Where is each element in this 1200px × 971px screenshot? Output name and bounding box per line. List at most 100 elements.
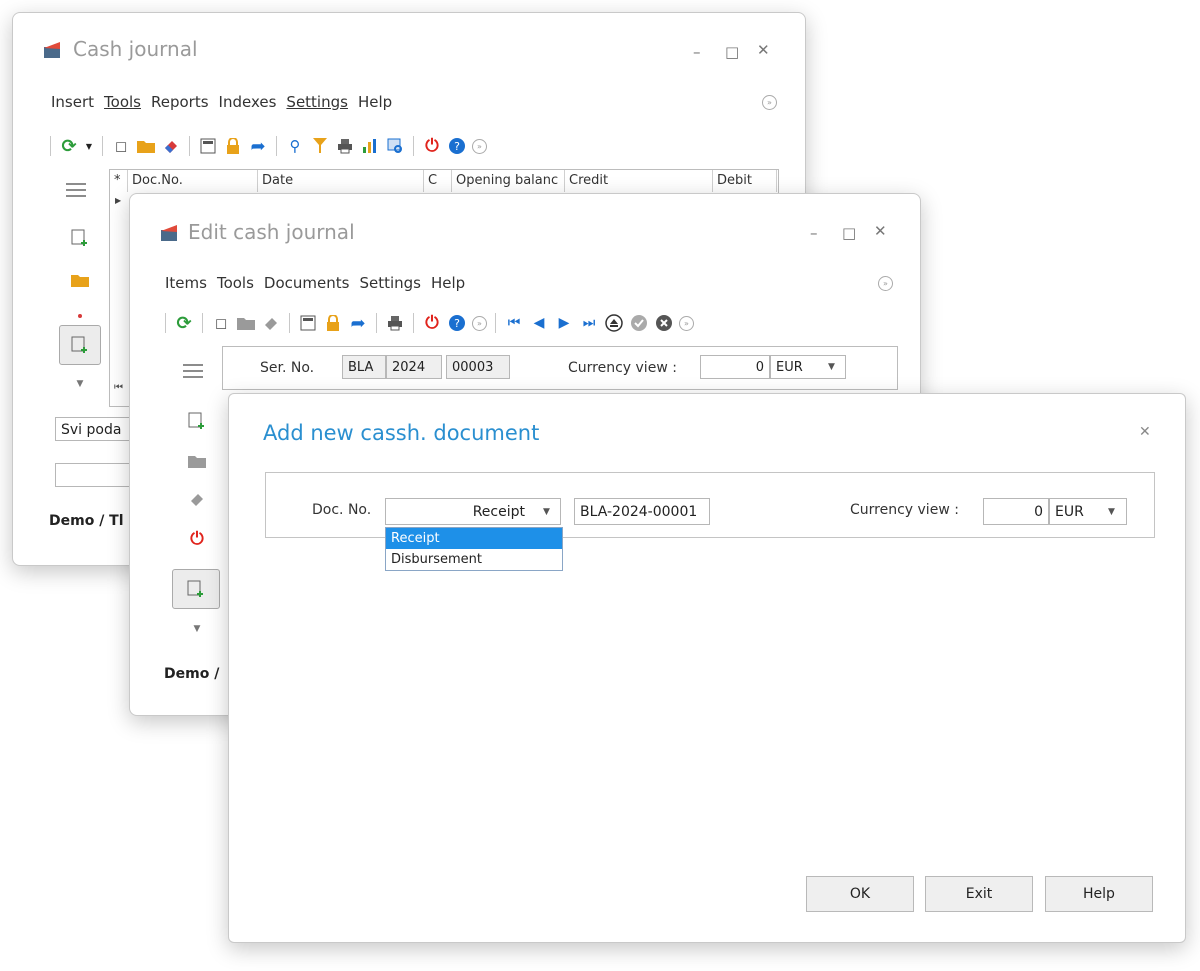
ser-number-field[interactable]: 00003 — [446, 355, 510, 379]
chevron-down-icon[interactable]: ▼ — [186, 618, 208, 640]
chevron-down-icon[interactable]: ▼ — [828, 362, 835, 372]
dropdown-option-receipt[interactable]: Receipt — [386, 528, 562, 549]
new-document-icon[interactable]: ◻ — [211, 313, 231, 333]
maximize-icon[interactable]: □ — [842, 224, 856, 242]
menu-help[interactable]: Help — [431, 274, 465, 292]
column-header[interactable]: Credit — [565, 170, 713, 192]
power-icon[interactable]: ⏻ — [186, 528, 208, 550]
menu-insert[interactable]: Insert — [51, 93, 94, 111]
menu-reports[interactable]: Reports — [151, 93, 209, 111]
search-icon[interactable]: ⚲ — [285, 136, 305, 156]
minimize-icon[interactable]: – — [693, 43, 701, 61]
new-document-icon[interactable]: ◻ — [111, 136, 131, 156]
first-record-icon[interactable]: ⏮ — [504, 313, 524, 333]
menu-help[interactable]: Help — [358, 93, 392, 111]
menu-tools[interactable]: Tools — [104, 93, 141, 111]
column-header[interactable]: Doc.No. — [128, 170, 258, 192]
more-icon[interactable]: » — [472, 138, 487, 154]
forward-arrow-icon[interactable]: ➦ — [248, 136, 268, 157]
folder-icon[interactable] — [236, 313, 256, 333]
more-icon[interactable]: » — [679, 315, 694, 331]
app-icon — [161, 225, 177, 241]
next-record-icon[interactable]: ▶ — [554, 313, 574, 333]
column-header[interactable]: Opening balanc — [452, 170, 565, 192]
more-icon[interactable]: » — [472, 315, 487, 331]
print-icon[interactable] — [385, 313, 405, 333]
currency-value-field[interactable]: 0 — [700, 355, 770, 379]
menu-settings[interactable]: Settings — [359, 274, 421, 292]
close-icon[interactable]: ✕ — [1139, 424, 1151, 440]
last-record-icon[interactable]: ⏭ — [579, 313, 599, 333]
power-icon[interactable]: ⏻ — [422, 313, 442, 333]
doc-type-select[interactable]: Receipt — [385, 498, 561, 525]
window-title: Cash journal — [73, 37, 198, 61]
menu-documents[interactable]: Documents — [264, 274, 350, 292]
menu-settings[interactable]: Settings — [286, 93, 348, 111]
minimize-icon[interactable]: – — [810, 224, 818, 242]
column-header[interactable]: Date — [258, 170, 424, 192]
help-button[interactable]: Help — [1045, 876, 1153, 912]
help-icon[interactable]: ? — [447, 136, 467, 156]
eraser-icon[interactable] — [161, 136, 181, 156]
ser-year-field[interactable]: 2024 — [386, 355, 442, 379]
hamburger-menu-icon[interactable] — [182, 360, 204, 382]
collapse-ribbon-icon[interactable]: » — [762, 95, 777, 110]
dropdown-option-disbursement[interactable]: Disbursement — [386, 549, 562, 570]
calculator-icon[interactable] — [298, 313, 318, 333]
currency-view-label: Currency view : — [568, 360, 677, 376]
toolbar: ⟳ ◻ ➦ ⏻ ? » ⏮ ◀ ▶ ⏭ » — [162, 311, 694, 335]
forward-arrow-icon[interactable]: ➦ — [348, 313, 368, 334]
power-icon[interactable]: ⏻ — [422, 136, 442, 156]
ser-no-label: Ser. No. — [260, 360, 315, 376]
close-icon[interactable]: ✕ — [874, 222, 887, 240]
first-record-icon[interactable]: ⏮ — [114, 382, 123, 393]
doc-number-field[interactable]: BLA-2024-00001 — [574, 498, 710, 525]
report-preview-icon[interactable] — [385, 136, 405, 156]
maximize-icon[interactable]: □ — [725, 43, 739, 61]
menu-items[interactable]: Items — [165, 274, 207, 292]
collapse-ribbon-icon[interactable]: » — [878, 276, 893, 291]
new-document-icon[interactable] — [69, 227, 91, 249]
chevron-down-icon[interactable]: ▼ — [1108, 507, 1115, 517]
exit-button[interactable]: Exit — [925, 876, 1033, 912]
currency-select[interactable]: EUR — [1049, 498, 1127, 525]
confirm-icon[interactable] — [629, 313, 649, 333]
folder-icon[interactable] — [136, 136, 156, 156]
ser-prefix-field[interactable]: BLA — [342, 355, 386, 379]
new-document-button[interactable] — [172, 569, 220, 609]
help-icon[interactable]: ? — [447, 313, 467, 333]
refresh-icon[interactable]: ⟳ — [174, 313, 194, 334]
folder-icon[interactable] — [186, 450, 208, 472]
new-document-icon[interactable] — [186, 410, 208, 432]
doc-no-label: Doc. No. — [312, 502, 372, 518]
chevron-down-icon[interactable]: ▼ — [69, 373, 91, 395]
ok-button[interactable]: OK — [806, 876, 914, 912]
refresh-icon[interactable]: ⟳ — [59, 136, 79, 157]
hamburger-menu-icon[interactable] — [65, 179, 87, 201]
eject-icon[interactable] — [604, 313, 624, 333]
column-header[interactable]: Debit — [713, 170, 777, 192]
menu-tools[interactable]: Tools — [217, 274, 254, 292]
toolbar: ⟳ ▼ ◻ ➦ ⚲ ⏻ ? » — [47, 134, 487, 158]
calculator-icon[interactable] — [198, 136, 218, 156]
chevron-down-icon[interactable]: ▼ — [543, 507, 550, 517]
eraser-icon[interactable] — [69, 305, 91, 327]
new-document-button[interactable] — [59, 325, 101, 365]
eraser-icon[interactable] — [186, 488, 208, 510]
chart-icon[interactable] — [360, 136, 380, 156]
print-icon[interactable] — [335, 136, 355, 156]
cancel-icon[interactable] — [654, 313, 674, 333]
close-icon[interactable]: ✕ — [757, 41, 770, 59]
menu-indexes[interactable]: Indexes — [219, 93, 277, 111]
doc-type-dropdown-list: Receipt Disbursement — [385, 527, 563, 571]
lock-icon[interactable] — [323, 313, 343, 333]
filter-icon[interactable] — [310, 136, 330, 156]
currency-value-field[interactable]: 0 — [983, 498, 1049, 525]
previous-record-icon[interactable]: ◀ — [529, 313, 549, 333]
lock-icon[interactable] — [223, 136, 243, 156]
column-header[interactable]: C — [424, 170, 452, 192]
folder-icon[interactable] — [69, 269, 91, 291]
dialog-title: Add new cassh. document — [263, 421, 540, 445]
eraser-icon[interactable] — [261, 313, 281, 333]
chevron-down-icon[interactable]: ▼ — [84, 136, 94, 156]
